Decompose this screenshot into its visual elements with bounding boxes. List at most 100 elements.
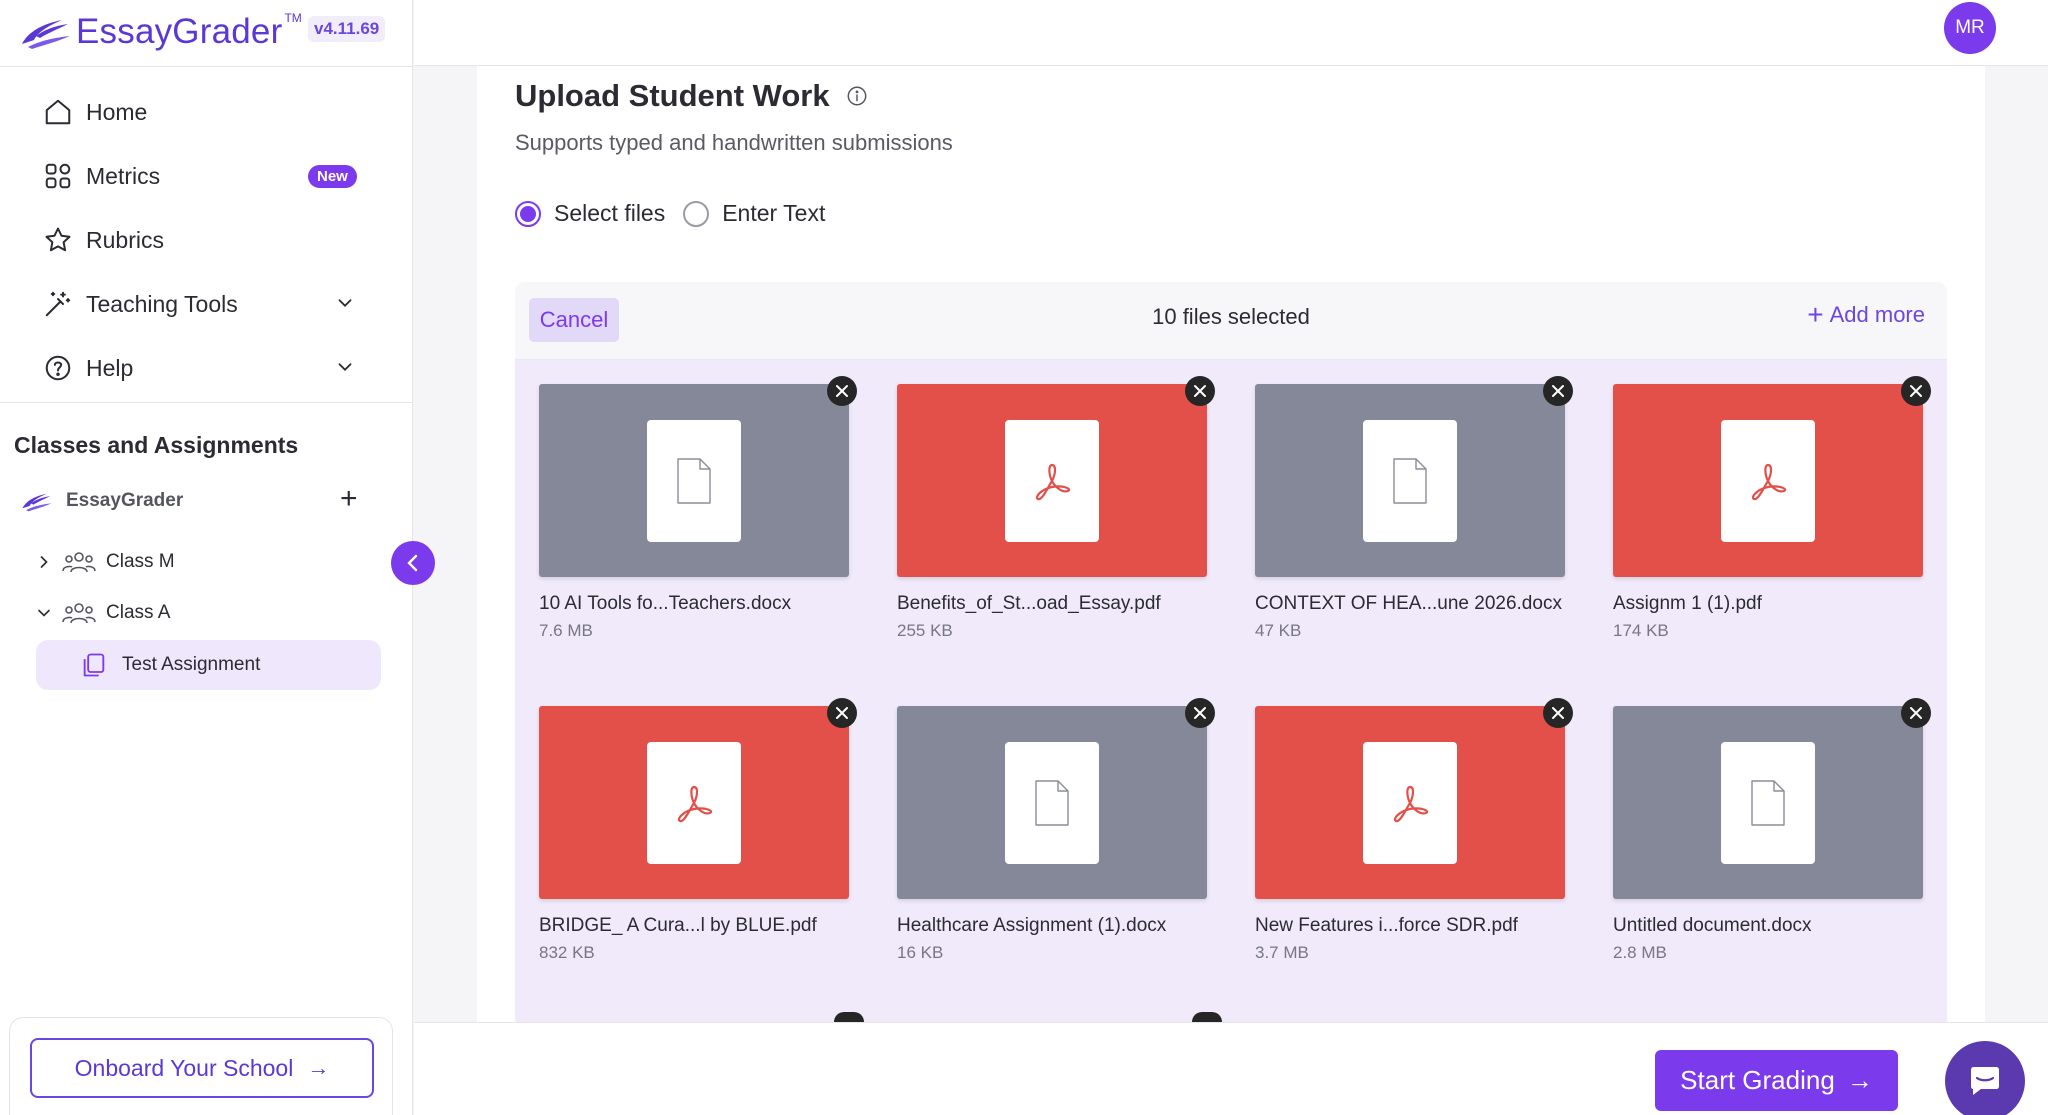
file-page: [647, 741, 741, 864]
pdf-acrobat-icon: [677, 785, 713, 822]
close-icon: [1194, 385, 1206, 397]
file-card: BRIDGE_ A Cura...l by BLUE.pdf 832 KB: [539, 698, 857, 963]
users-group-icon: [62, 552, 96, 573]
file-thumbnail[interactable]: [897, 698, 1215, 899]
file-page: [1005, 419, 1099, 542]
input-mode-radio-group: Select files Enter Text: [515, 200, 843, 227]
nav-label: Teaching Tools: [86, 290, 238, 317]
collapse-sidebar-button[interactable]: [391, 541, 435, 585]
chevron-down-icon: [338, 299, 352, 308]
class-label: Class A: [106, 602, 171, 623]
class-label: Class M: [106, 551, 175, 572]
file-thumbnail[interactable]: [1255, 698, 1573, 899]
file-card: CONTEXT OF HEA...une 2026.docx 47 KB: [1255, 376, 1573, 641]
info-icon[interactable]: [846, 85, 868, 107]
essaygrader-logo-icon: [18, 14, 74, 50]
file-page: [1005, 741, 1099, 864]
cancel-button[interactable]: Cancel: [529, 298, 619, 342]
file-thumbnail[interactable]: [539, 698, 857, 899]
remove-file-button[interactable]: [1901, 698, 1931, 728]
file-name: BRIDGE_ A Cura...l by BLUE.pdf: [539, 915, 817, 936]
file-thumbnail[interactable]: [539, 376, 857, 577]
tree-root-label: EssayGrader: [66, 490, 184, 511]
assignment-label: Test Assignment: [122, 654, 261, 675]
assignment-copy-icon: [83, 653, 105, 677]
nav-item-metrics[interactable]: Metrics New: [0, 144, 413, 208]
magic-wand-icon: [42, 288, 74, 320]
classes-section-title: Classes and Assignments: [14, 432, 299, 458]
start-grading-button[interactable]: Start Grading →: [1655, 1050, 1898, 1111]
nav-label: Home: [86, 98, 148, 125]
nav-item-home[interactable]: Home: [0, 80, 413, 144]
files-panel-header: Cancel 10 files selected + Add more: [515, 282, 1947, 360]
remove-file-button[interactable]: [1185, 376, 1215, 406]
top-bar: MR: [414, 0, 2048, 66]
selected-files-panel: Cancel 10 files selected + Add more 10 A…: [515, 282, 1947, 1022]
document-icon: [1035, 779, 1069, 826]
new-badge: New: [308, 165, 357, 188]
enter-text-radio[interactable]: [683, 200, 710, 227]
chevron-left-icon: [407, 554, 418, 572]
select-files-radio[interactable]: [515, 200, 541, 227]
close-icon: [1552, 385, 1564, 397]
file-page: [1721, 419, 1815, 542]
file-thumbnail[interactable]: [1255, 376, 1573, 577]
remove-file-button[interactable]: [827, 698, 857, 728]
file-page: [1721, 741, 1815, 864]
bottom-action-bar: Start Grading →: [414, 1022, 2048, 1115]
file-page: [647, 419, 741, 542]
remove-file-button[interactable]: [1192, 1012, 1222, 1022]
file-thumbnail[interactable]: [1613, 698, 1931, 899]
start-grading-label: Start Grading: [1680, 1065, 1835, 1095]
file-card: New Features i...force SDR.pdf 3.7 MB: [1255, 698, 1573, 963]
user-avatar[interactable]: MR: [1944, 2, 1996, 54]
file-card: Benefits_of_St...oad_Essay.pdf 255 KB: [897, 376, 1215, 641]
remove-file-button[interactable]: [1185, 698, 1215, 728]
nav-item-rubrics[interactable]: Rubrics: [0, 208, 413, 272]
upload-card: Upload Student Work Supports typed and h…: [477, 66, 1985, 1022]
brand-name: EssayGrader: [76, 12, 283, 51]
pdf-acrobat-icon: [1035, 463, 1071, 500]
file-name: Untitled document.docx: [1613, 915, 1812, 936]
onboard-label: Onboard Your School: [74, 1054, 294, 1081]
chevron-down-icon: [338, 363, 352, 372]
select-files-label[interactable]: Select files: [554, 200, 665, 227]
tree-item-class-m[interactable]: Class M: [34, 545, 175, 579]
close-icon: [1194, 707, 1206, 719]
remove-file-button[interactable]: [1901, 376, 1931, 406]
file-size: 832 KB: [539, 943, 595, 962]
tree-item-test-assignment[interactable]: Test Assignment: [36, 640, 381, 690]
file-size: 16 KB: [897, 943, 944, 962]
chat-support-button[interactable]: [1945, 1041, 2025, 1115]
tree-root-essaygrader[interactable]: EssayGrader +: [20, 484, 370, 516]
remove-file-button[interactable]: [827, 376, 857, 406]
page-subtitle: Supports typed and handwritten submissio…: [515, 130, 953, 155]
tree-item-class-a[interactable]: Class A: [34, 596, 170, 630]
chevron-right-icon: [40, 556, 48, 568]
remove-file-button[interactable]: [834, 1012, 864, 1022]
close-icon: [836, 385, 848, 397]
grid-icon: [42, 160, 74, 192]
file-size: 255 KB: [897, 621, 953, 640]
add-more-button[interactable]: + Add more: [1807, 301, 1925, 329]
remove-file-button[interactable]: [1543, 698, 1573, 728]
onboard-school-button[interactable]: Onboard Your School →: [30, 1038, 374, 1098]
brand[interactable]: EssayGrader TM: [18, 6, 302, 58]
file-thumbnail[interactable]: [1613, 376, 1931, 577]
file-name: Assignm 1 (1).pdf: [1613, 593, 1762, 614]
nav-item-help[interactable]: Help: [0, 336, 413, 400]
page-title-text: Upload Student Work: [515, 78, 830, 113]
pdf-acrobat-icon: [1751, 463, 1787, 500]
enter-text-label[interactable]: Enter Text: [722, 200, 825, 227]
files-selected-count: 10 files selected: [1152, 304, 1310, 329]
file-name: 10 AI Tools fo...Teachers.docx: [539, 593, 792, 614]
add-class-button[interactable]: +: [340, 484, 358, 514]
file-thumbnail[interactable]: [897, 376, 1215, 577]
remove-file-button[interactable]: [1543, 376, 1573, 406]
file-name: New Features i...force SDR.pdf: [1255, 915, 1518, 936]
nav-label: Rubrics: [86, 226, 164, 253]
help-circle-icon: [42, 352, 74, 384]
add-more-label: Add more: [1829, 302, 1925, 327]
nav-item-teaching-tools[interactable]: Teaching Tools: [0, 272, 413, 336]
close-icon: [836, 707, 848, 719]
